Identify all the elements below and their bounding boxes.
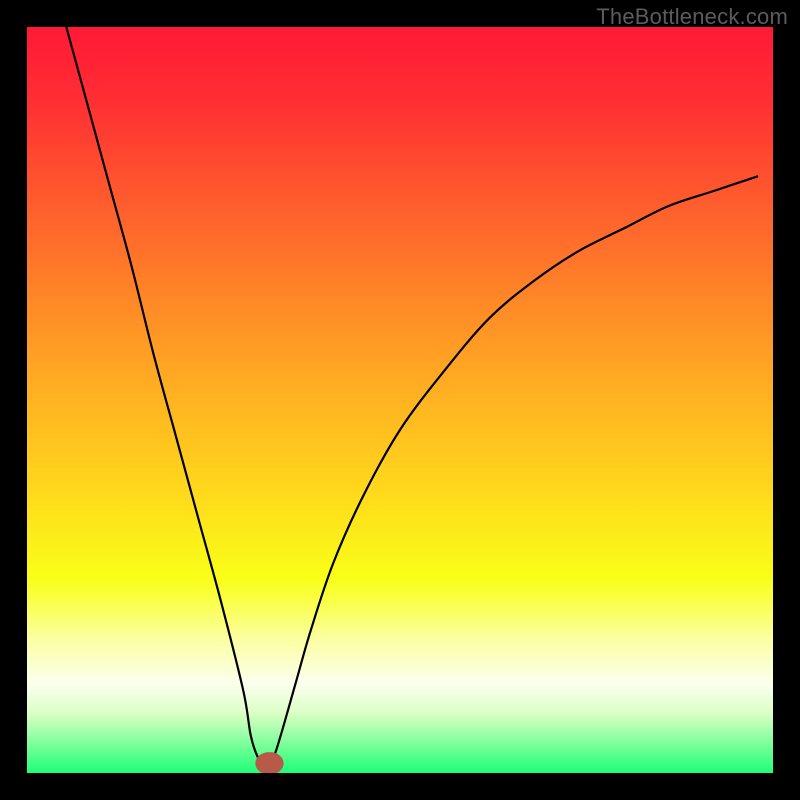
watermark-text: TheBottleneck.com (596, 4, 788, 30)
chart-background (27, 27, 773, 773)
chart-frame: TheBottleneck.com (0, 0, 800, 800)
gradient-rect (27, 27, 773, 773)
